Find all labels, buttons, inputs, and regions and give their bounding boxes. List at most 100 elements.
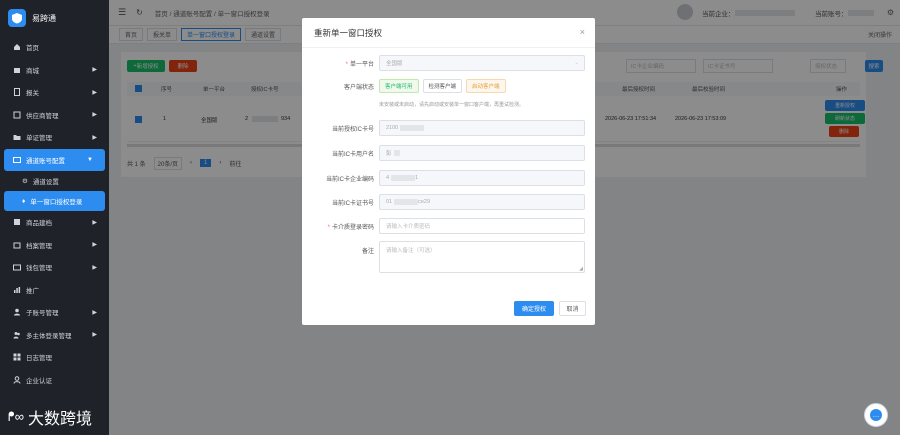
password-placeholder: 请输入卡介质密码: [386, 224, 431, 230]
sidebar-item-customs[interactable]: 报关 ▶: [0, 81, 109, 104]
sidebar-item-label: 报关: [26, 90, 39, 98]
ic-username-input: 彭: [379, 145, 585, 161]
sidebar-item-product-filing[interactable]: 商品建档 ▶: [0, 211, 109, 234]
masked-value: [393, 150, 400, 156]
dialog-title: 重新单一窗口授权: [302, 18, 595, 48]
chevron-right-icon: ▶: [92, 112, 97, 119]
password-input[interactable]: 请输入卡介质密码: [379, 218, 585, 234]
sidebar-subitem-label: 通道设置: [32, 179, 59, 186]
ic-username-label: 当前IC卡用户名: [331, 151, 374, 158]
chat-support-button[interactable]: …: [864, 403, 888, 427]
box-icon: [12, 110, 21, 119]
sidebar-item-shop[interactable]: 商城 ▶: [0, 59, 109, 82]
ic-company-code-row: 当前IC卡企业编码 41: [302, 170, 595, 186]
remark-textarea[interactable]: 请输入备注（可选） ◢: [379, 241, 585, 273]
current-ic-label: 当前授权IC卡号: [331, 126, 374, 133]
current-ic-input: 2100: [379, 120, 585, 136]
sidebar-item-suppliers[interactable]: 供应商管理 ▶: [0, 104, 109, 127]
ic-company-code-input: 41: [379, 170, 585, 186]
ic-cert-input: 01 ce29: [379, 194, 585, 210]
archive-icon: [12, 240, 21, 249]
sidebar-item-label: 通道账号配置: [26, 157, 65, 165]
sidebar-item-label: 推广: [26, 287, 39, 295]
chevron-right-icon: ▶: [92, 89, 97, 96]
ic-company-code-value: 4: [386, 175, 390, 181]
brand-watermark: ᖰ∞ 大数跨境: [8, 405, 92, 429]
masked-value: [400, 125, 425, 131]
remark-placeholder: 请输入备注（可选）: [386, 248, 436, 254]
sidebar-item-label: 供应商管理: [26, 112, 59, 120]
sidebar-subitem-single-window-login[interactable]: ♦ 单一窗口授权登录: [4, 191, 105, 211]
chevron-right-icon: ▶: [92, 264, 97, 271]
resize-handle-icon[interactable]: ◢: [579, 266, 583, 272]
sidebar-item-label: 档案管理: [26, 242, 52, 250]
ic-username-value: 彭: [386, 151, 392, 157]
sidebar-subitem-label: 单一窗口授权登录: [30, 199, 83, 206]
sidebar-item-label: 多主体登录管理: [26, 332, 72, 340]
link-icon: [12, 155, 21, 164]
client-status-label: 客户端状态: [343, 84, 374, 91]
brand-logo-icon: ᖰ∞: [8, 409, 24, 424]
sidebar-subitem-channel-settings[interactable]: ⚙ 通道设置: [0, 171, 109, 191]
cancel-button[interactable]: 取消: [559, 301, 586, 316]
sidebar-item-label: 单证管理: [26, 135, 52, 143]
check-client-button[interactable]: 检测客户端: [422, 79, 463, 93]
home-icon: [12, 43, 21, 52]
tag-icon: [12, 218, 21, 227]
sidebar: 易跨通 首页 商城 ▶ 报关 ▶ 供应商管理 ▶ 单证管理 ▶ 通道账号配置 ▼ ⚙ 通道设…: [0, 0, 109, 435]
client-available-button[interactable]: 客户端可用: [379, 79, 419, 93]
person-icon: [12, 375, 21, 384]
reauth-dialog: 重新单一窗口授权 × * 单一平台 全国版 ⌄ 客户端状态 客户端可用 检测客户端…: [302, 18, 595, 325]
folder-icon: [12, 133, 21, 142]
ic-company-code-label: 当前IC卡企业编码: [325, 176, 374, 183]
password-label: * 卡介质登录密码: [327, 224, 374, 231]
sidebar-item-promotion[interactable]: 推广: [0, 279, 109, 302]
sidebar-item-certification[interactable]: 企业认证: [0, 369, 109, 392]
sidebar-item-documents[interactable]: 单证管理 ▶: [0, 126, 109, 149]
sidebar-item-logs[interactable]: 日志管理: [0, 346, 109, 369]
ic-cert-suffix: ce29: [418, 199, 431, 205]
sidebar-item-wallet[interactable]: 钱包管理 ▶: [0, 256, 109, 279]
masked-value: [391, 175, 416, 181]
sidebar-item-label: 商城: [26, 67, 39, 75]
ic-cert-label: 当前IC卡证书号: [331, 200, 374, 207]
sidebar-item-home[interactable]: 首页: [0, 36, 109, 59]
sidebar-item-label: 日志管理: [26, 355, 52, 363]
platform-select[interactable]: 全国版 ⌄: [379, 55, 585, 71]
sidebar-item-label: 钱包管理: [26, 265, 52, 273]
chevron-down-icon: ⌄: [574, 60, 579, 66]
sidebar-item-sub-accounts[interactable]: 子账号管理 ▶: [0, 301, 109, 324]
wallet-icon: [12, 263, 21, 272]
client-hint: 未安装或未启动，请先启动或安装单一窗口客户端，再重试检测。: [379, 102, 525, 108]
current-ic-row: 当前授权IC卡号 2100: [302, 120, 595, 136]
ic-cert-value: 01: [386, 199, 393, 205]
chevron-right-icon: ▶: [92, 332, 97, 339]
sidebar-item-label: 企业认证: [26, 377, 52, 385]
chevron-right-icon: ▶: [92, 67, 97, 74]
sidebar-item-channel-config[interactable]: 通道账号配置 ▼: [4, 148, 105, 171]
remark-row: 备注 请输入备注（可选） ◢: [302, 241, 595, 273]
ic-cert-row: 当前IC卡证书号 01 ce29: [302, 194, 595, 210]
chevron-right-icon: ▶: [92, 242, 97, 249]
start-client-button[interactable]: 启动客户端: [466, 79, 506, 93]
sidebar-item-label: 子账号管理: [26, 310, 59, 318]
sidebar-nav: 首页 商城 ▶ 报关 ▶ 供应商管理 ▶ 单证管理 ▶ 通道账号配置 ▼ ⚙ 通道设置 ♦ 单…: [0, 36, 109, 391]
sidebar-item-multi-entity[interactable]: 多主体登录管理 ▶: [0, 324, 109, 347]
remark-label: 备注: [361, 249, 374, 255]
brand-name: 大数跨境: [27, 411, 92, 428]
lock-icon: ♦: [22, 197, 26, 205]
chevron-right-icon: ▶: [92, 134, 97, 141]
shop-icon: [12, 65, 21, 74]
close-icon[interactable]: ×: [580, 27, 585, 37]
chevron-right-icon: ▶: [92, 219, 97, 226]
client-status-row: 客户端状态 客户端可用 检测客户端 启动客户端: [302, 79, 595, 93]
ic-company-code-suffix: 1: [415, 175, 419, 181]
app-name: 易跨通: [32, 13, 56, 23]
app-logo[interactable]: 易跨通: [0, 0, 109, 36]
chat-icon: …: [870, 409, 882, 421]
confirm-auth-button[interactable]: 确定授权: [514, 301, 554, 316]
chevron-right-icon: ▶: [92, 309, 97, 316]
ic-username-row: 当前IC卡用户名 彭: [302, 145, 595, 161]
settings-icon: ⚙: [22, 178, 28, 185]
sidebar-item-archives[interactable]: 档案管理 ▶: [0, 234, 109, 257]
